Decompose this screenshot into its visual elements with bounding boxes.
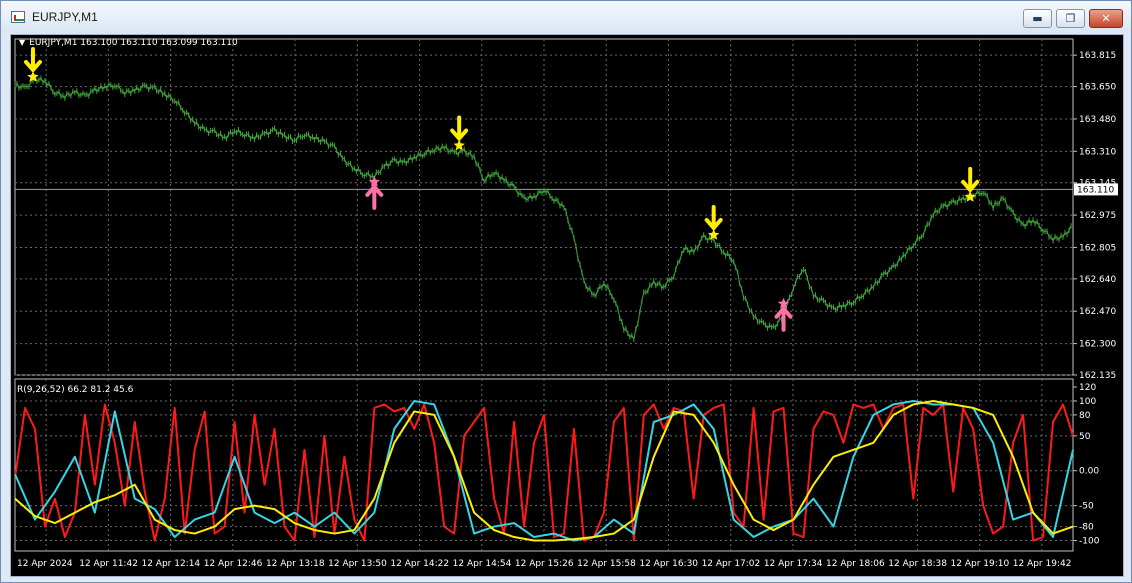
minimize-button[interactable]: ▬ bbox=[1023, 9, 1052, 28]
price-tick-label: 163.480 bbox=[1079, 115, 1116, 125]
time-tick-label: 12 Apr 14:22 bbox=[390, 559, 449, 569]
chart-info-text: EURJPY,M1 163.100 163.110 163.099 163.11… bbox=[29, 38, 238, 48]
chart-info-header: ▼ EURJPY,M1 163.100 163.110 163.099 163.1… bbox=[19, 38, 238, 48]
time-tick-label: 12 Apr 14:54 bbox=[453, 559, 512, 569]
current-price-label: 163.110 bbox=[1077, 185, 1114, 195]
collapse-triangle-icon[interactable]: ▼ bbox=[19, 38, 25, 47]
time-tick-label: 12 Apr 12:46 bbox=[204, 559, 263, 569]
price-line bbox=[14, 75, 1072, 341]
indicator-tick-label: 120 bbox=[1079, 383, 1096, 393]
grid-layer bbox=[14, 38, 1074, 552]
time-tick-label: 12 Apr 18:06 bbox=[826, 559, 885, 569]
indicator-tick-label: -100 bbox=[1079, 537, 1100, 547]
close-button[interactable]: ✕ bbox=[1089, 9, 1123, 28]
time-tick-label: 12 Apr 12:14 bbox=[141, 559, 200, 569]
price-tick-label: 162.975 bbox=[1079, 211, 1116, 221]
time-tick-label: 12 Apr 17:02 bbox=[702, 559, 761, 569]
sell-arrow-icon bbox=[704, 204, 723, 232]
time-tick-label: 12 Apr 19:10 bbox=[951, 559, 1010, 569]
indicator-tick-label: 80 bbox=[1079, 411, 1091, 421]
maximize-button[interactable]: ❐ bbox=[1056, 9, 1085, 28]
indicator-tick-label: 0.00 bbox=[1079, 467, 1099, 477]
price-tick-label: 162.300 bbox=[1079, 340, 1116, 350]
sell-arrow-icon bbox=[450, 115, 469, 142]
sell-arrow-icon bbox=[23, 46, 42, 74]
chart-window: EURJPY,M1 ▬ ❐ ✕ 12 Apr 2024 12 Apr 11:42 1… bbox=[0, 0, 1132, 583]
indicator-tick-label: -50 bbox=[1079, 502, 1094, 512]
price-tick-label: 163.650 bbox=[1079, 83, 1116, 93]
time-tick-label: 12 Apr 16:30 bbox=[639, 559, 698, 569]
window-title: EURJPY,M1 bbox=[32, 10, 98, 24]
time-tick-label: 12 Apr 18:38 bbox=[888, 559, 947, 569]
time-tick-label: 12 Apr 17:34 bbox=[764, 559, 823, 569]
price-bars bbox=[14, 74, 1072, 342]
time-tick-label: 12 Apr 15:26 bbox=[515, 559, 574, 569]
time-tick-label: 12 Apr 19:42 bbox=[1013, 559, 1072, 569]
indicator-tick-label: 50 bbox=[1079, 432, 1091, 442]
sell-arrow-icon bbox=[961, 166, 980, 193]
chart-window-icon bbox=[11, 11, 25, 23]
price-tick-label: 163.310 bbox=[1079, 147, 1116, 157]
price-tick-label: 162.470 bbox=[1079, 307, 1116, 317]
time-tick-label: 12 Apr 11:42 bbox=[79, 559, 138, 569]
title-bar[interactable]: EURJPY,M1 ▬ ❐ ✕ bbox=[1, 1, 1131, 33]
time-tick-label: 12 Apr 13:18 bbox=[266, 559, 325, 569]
indicator-info-text: R(9,26,52) 66.2 81.2 45.6 bbox=[17, 385, 134, 395]
price-chart-svg[interactable]: 12 Apr 2024 12 Apr 11:42 12 Apr 12:14 12 Ap… bbox=[11, 35, 1123, 576]
sell-star-icon bbox=[964, 190, 976, 202]
time-tick-label: 12 Apr 2024 bbox=[17, 559, 73, 569]
price-tick-label: 163.815 bbox=[1079, 51, 1116, 61]
indicator-tick-label: 100 bbox=[1079, 397, 1096, 407]
price-tick-label: 162.135 bbox=[1079, 371, 1116, 381]
buy-arrow-icon bbox=[365, 183, 384, 210]
time-tick-label: 12 Apr 13:50 bbox=[328, 559, 387, 569]
time-tick-label: 12 Apr 15:58 bbox=[577, 559, 636, 569]
sell-star-icon bbox=[453, 139, 465, 151]
indicator-tick-label: -80 bbox=[1079, 523, 1094, 533]
price-tick-label: 162.640 bbox=[1079, 275, 1116, 285]
chart-area[interactable]: 12 Apr 2024 12 Apr 11:42 12 Apr 12:14 12 Ap… bbox=[10, 34, 1124, 577]
price-tick-label: 162.805 bbox=[1079, 243, 1116, 253]
